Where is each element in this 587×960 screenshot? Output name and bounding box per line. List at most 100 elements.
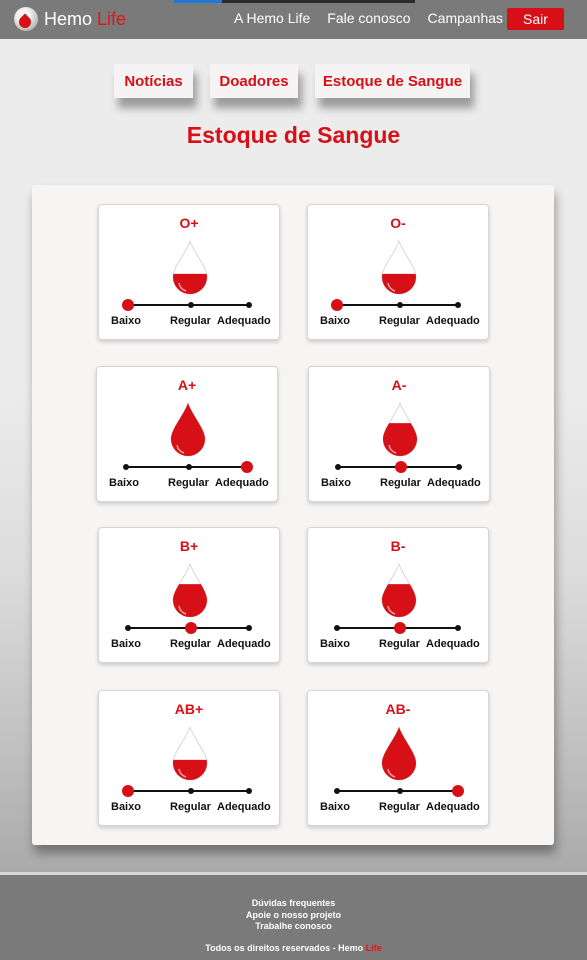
blood-fill-level	[173, 759, 207, 780]
stock-card: A- Baixo Regular Adequado	[308, 366, 490, 502]
level-label: Regular	[379, 638, 420, 650]
copyright: Todos os direitos reservados - Hemo Life	[0, 943, 587, 953]
blood-stock-panel: O+ Baixo Regular Adequado O- Baixo Regular Adeq…	[32, 185, 554, 845]
level-marker	[186, 464, 192, 470]
level-label: Adequado	[427, 477, 481, 489]
stock-card: AB+ Baixo Regular Adequado	[98, 690, 280, 826]
stock-level-indicator	[125, 622, 252, 634]
level-label: Baixo	[320, 638, 350, 650]
level-label: Regular	[379, 315, 420, 327]
level-marker-active	[185, 622, 197, 634]
blood-type-label: A+	[177, 377, 197, 393]
nav-link-contact[interactable]: Fale conosco	[327, 10, 410, 26]
footer: Dúvidas frequentes Apoie o nosso projeto…	[0, 872, 587, 960]
level-label: Regular	[170, 315, 211, 327]
level-label: Baixo	[320, 315, 350, 327]
level-label: Baixo	[111, 638, 141, 650]
blood-type-label: AB+	[174, 701, 204, 717]
blood-fill-level	[382, 273, 416, 294]
level-marker-active	[122, 785, 134, 797]
blood-drop-icon	[381, 725, 417, 781]
level-marker-active	[452, 785, 464, 797]
stock-card: B- Baixo Regular Adequado	[307, 527, 489, 663]
level-label: Adequado	[217, 638, 271, 650]
level-label: Adequado	[426, 638, 480, 650]
level-marker	[246, 302, 252, 308]
blood-drop-icon	[382, 401, 418, 457]
level-marker	[246, 625, 252, 631]
level-marker	[123, 464, 129, 470]
tab-news[interactable]: Notícias	[114, 64, 193, 98]
level-marker	[455, 625, 461, 631]
level-label: Regular	[168, 477, 209, 489]
level-marker	[397, 788, 403, 794]
level-label: Adequado	[426, 801, 480, 813]
level-label: Baixo	[111, 801, 141, 813]
blood-fill-level	[382, 727, 416, 780]
level-marker	[188, 302, 194, 308]
level-label: Baixo	[111, 315, 141, 327]
stock-level-indicator	[331, 299, 461, 311]
tab-donors[interactable]: Doadores	[210, 64, 298, 98]
blood-type-label: B-	[390, 538, 406, 554]
blood-fill-level	[173, 584, 207, 617]
blood-type-label: O-	[390, 215, 406, 231]
nav-link-about[interactable]: A Hemo Life	[234, 10, 310, 26]
footer-link-support[interactable]: Apoie o nosso projeto	[0, 910, 587, 922]
page-title: Estoque de Sangue	[186, 122, 401, 148]
level-label: Adequado	[217, 801, 271, 813]
logout-button[interactable]: Sair	[507, 8, 564, 30]
stock-level-indicator	[122, 785, 252, 797]
stock-level-indicator	[123, 461, 253, 473]
blood-drop-icon	[172, 725, 208, 781]
blood-fill-level	[171, 403, 205, 456]
blood-type-label: B+	[179, 538, 199, 554]
footer-link-faq[interactable]: Dúvidas frequentes	[0, 898, 587, 910]
level-marker	[334, 788, 340, 794]
blood-type-label: O+	[179, 215, 199, 231]
level-marker	[335, 464, 341, 470]
blood-drop-icon	[172, 562, 208, 618]
main-nav: A Hemo Life Fale conosco Campanhas	[234, 10, 503, 26]
copyright-text: Todos os direitos reservados - Hemo	[205, 943, 366, 953]
top-navbar: Hemo Life A Hemo Life Fale conosco Campa…	[0, 0, 587, 39]
logo-text-main: Hemo	[44, 8, 93, 29]
level-marker-active	[122, 299, 134, 311]
blood-drop-logo-icon	[14, 7, 38, 31]
level-marker-active	[395, 461, 407, 473]
blood-drop-icon	[170, 401, 206, 457]
level-marker	[456, 464, 462, 470]
logo-text: Hemo Life	[44, 9, 126, 30]
nav-link-campaigns[interactable]: Campanhas	[428, 10, 504, 26]
blood-fill-level	[383, 423, 417, 456]
logo[interactable]: Hemo Life	[14, 7, 126, 31]
blood-type-label: A-	[391, 377, 407, 393]
level-marker-active	[331, 299, 343, 311]
level-label: Regular	[170, 801, 211, 813]
level-marker	[455, 302, 461, 308]
level-marker	[334, 625, 340, 631]
tab-blood-stock[interactable]: Estoque de Sangue	[315, 64, 470, 98]
stock-level-indicator	[334, 785, 464, 797]
stock-level-indicator	[122, 299, 252, 311]
level-label: Regular	[379, 801, 420, 813]
blood-fill-level	[173, 273, 207, 294]
stock-card: A+ Baixo Regular Adequado	[96, 366, 278, 502]
level-label: Regular	[170, 638, 211, 650]
level-marker	[246, 788, 252, 794]
stock-card: AB- Baixo Regular Adequado	[307, 690, 489, 826]
blood-drop-icon	[381, 239, 417, 295]
footer-link-careers[interactable]: Trabalhe conosco	[0, 921, 587, 933]
level-marker-active	[394, 622, 406, 634]
level-label: Adequado	[426, 315, 480, 327]
blood-drop-icon	[381, 562, 417, 618]
logo-text-accent: Life	[97, 8, 127, 29]
stock-level-indicator	[335, 461, 462, 473]
blood-drop-icon	[172, 239, 208, 295]
page-load-progress-fill	[174, 0, 223, 3]
level-label: Adequado	[215, 477, 269, 489]
level-marker	[188, 788, 194, 794]
level-marker	[125, 625, 131, 631]
level-label: Baixo	[320, 801, 350, 813]
stock-level-indicator	[334, 622, 461, 634]
